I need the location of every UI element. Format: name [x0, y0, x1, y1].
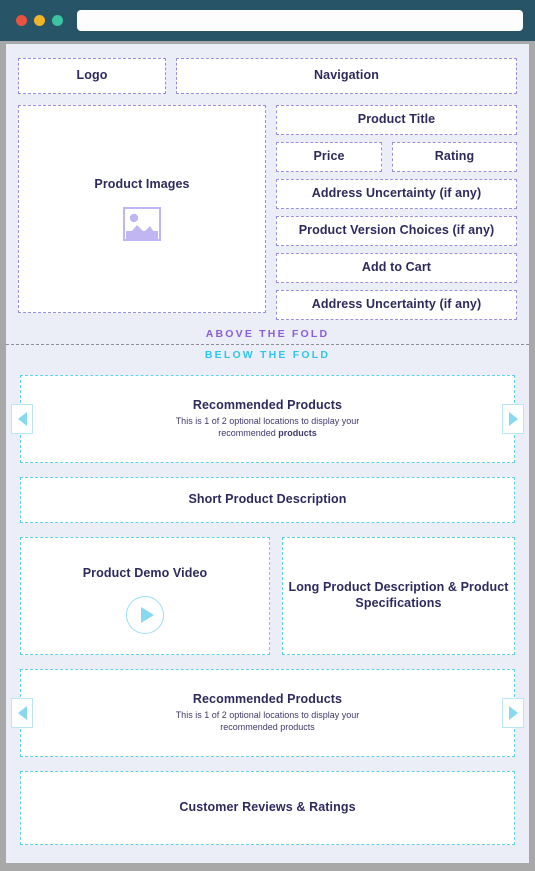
product-version-choices-label: Product Version Choices (if any) [298, 223, 495, 238]
fold-divider: ABOVE THE FOLD BELOW THE FOLD [6, 320, 529, 361]
chevron-right-icon [508, 706, 518, 720]
recommended-top-subtitle-plain: This is 1 of 2 optional locations to dis… [175, 416, 360, 439]
recommended-products-top-subtitle: This is 1 of 2 optional locations to dis… [153, 416, 383, 440]
price-label: Price [313, 149, 345, 164]
product-demo-video-placeholder[interactable]: Product Demo Video [20, 537, 270, 655]
wireframe-page: Logo Navigation Product Images Product T… [6, 44, 529, 863]
logo-placeholder[interactable]: Logo [18, 58, 166, 94]
recommended-top-next-button[interactable] [502, 404, 524, 434]
url-input[interactable] [77, 10, 523, 31]
price-rating-row: Price Rating [276, 142, 517, 172]
long-product-description-label: Long Product Description & Product Speci… [288, 580, 509, 610]
price-placeholder[interactable]: Price [276, 142, 383, 172]
recommended-bottom-subtitle-plain: This is 1 of 2 optional locations to dis… [175, 710, 360, 733]
short-product-description-label: Short Product Description [188, 492, 347, 507]
product-images-label: Product Images [94, 177, 190, 192]
recommended-top-prev-button[interactable] [11, 404, 33, 434]
product-version-choices-placeholder[interactable]: Product Version Choices (if any) [276, 216, 517, 246]
header-row: Logo Navigation [6, 44, 529, 94]
chevron-left-icon [17, 706, 27, 720]
browser-chrome [0, 0, 535, 41]
recommended-products-bottom: Recommended Products This is 1 of 2 opti… [11, 669, 524, 757]
image-placeholder-icon [123, 206, 161, 241]
maximize-window-button[interactable] [52, 15, 63, 26]
add-to-cart-label: Add to Cart [361, 260, 432, 275]
customer-reviews-label: Customer Reviews & Ratings [179, 800, 356, 815]
navigation-placeholder[interactable]: Navigation [176, 58, 517, 94]
address-uncertainty-top-label: Address Uncertainty (if any) [311, 186, 482, 201]
chevron-left-icon [17, 412, 27, 426]
product-title-label: Product Title [357, 112, 436, 127]
address-uncertainty-top-placeholder[interactable]: Address Uncertainty (if any) [276, 179, 517, 209]
chevron-right-icon [508, 412, 518, 426]
address-uncertainty-bottom-label: Address Uncertainty (if any) [311, 297, 482, 312]
recommended-bottom-prev-button[interactable] [11, 698, 33, 728]
product-info-column: Product Title Price Rating Address Uncer… [276, 105, 517, 320]
navigation-label: Navigation [314, 68, 379, 83]
below-the-fold-label: BELOW THE FOLD [204, 349, 331, 361]
rating-placeholder[interactable]: Rating [392, 142, 517, 172]
product-images-placeholder[interactable]: Product Images [18, 105, 266, 313]
recommended-products-top: Recommended Products This is 1 of 2 opti… [11, 375, 524, 463]
recommended-bottom-next-button[interactable] [502, 698, 524, 728]
recommended-products-bottom-subtitle: This is 1 of 2 optional locations to dis… [153, 710, 383, 734]
customer-reviews-placeholder[interactable]: Customer Reviews & Ratings [20, 771, 515, 845]
play-button[interactable] [126, 595, 164, 634]
address-uncertainty-bottom-placeholder[interactable]: Address Uncertainty (if any) [276, 290, 517, 320]
browser-viewport: Logo Navigation Product Images Product T… [0, 41, 535, 871]
window-controls [16, 15, 63, 26]
add-to-cart-placeholder[interactable]: Add to Cart [276, 253, 517, 283]
above-the-fold-label: ABOVE THE FOLD [205, 328, 330, 340]
browser-window: Logo Navigation Product Images Product T… [0, 0, 535, 871]
rating-label: Rating [434, 149, 475, 164]
long-product-description-placeholder[interactable]: Long Product Description & Product Speci… [282, 537, 515, 655]
recommended-products-bottom-title: Recommended Products [192, 691, 343, 706]
media-row: Product Demo Video Long Product Descript… [20, 537, 515, 655]
play-icon [140, 606, 154, 623]
product-demo-video-label: Product Demo Video [82, 566, 208, 580]
short-product-description-placeholder[interactable]: Short Product Description [20, 477, 515, 523]
hero-row: Product Images Product Title Price Ratin… [6, 94, 529, 320]
close-window-button[interactable] [16, 15, 27, 26]
product-title-placeholder[interactable]: Product Title [276, 105, 517, 135]
recommended-top-subtitle-bold: products [278, 428, 317, 439]
logo-label: Logo [76, 68, 108, 83]
minimize-window-button[interactable] [34, 15, 45, 26]
recommended-products-top-title: Recommended Products [192, 397, 343, 412]
below-the-fold-content: Recommended Products This is 1 of 2 opti… [6, 361, 529, 845]
